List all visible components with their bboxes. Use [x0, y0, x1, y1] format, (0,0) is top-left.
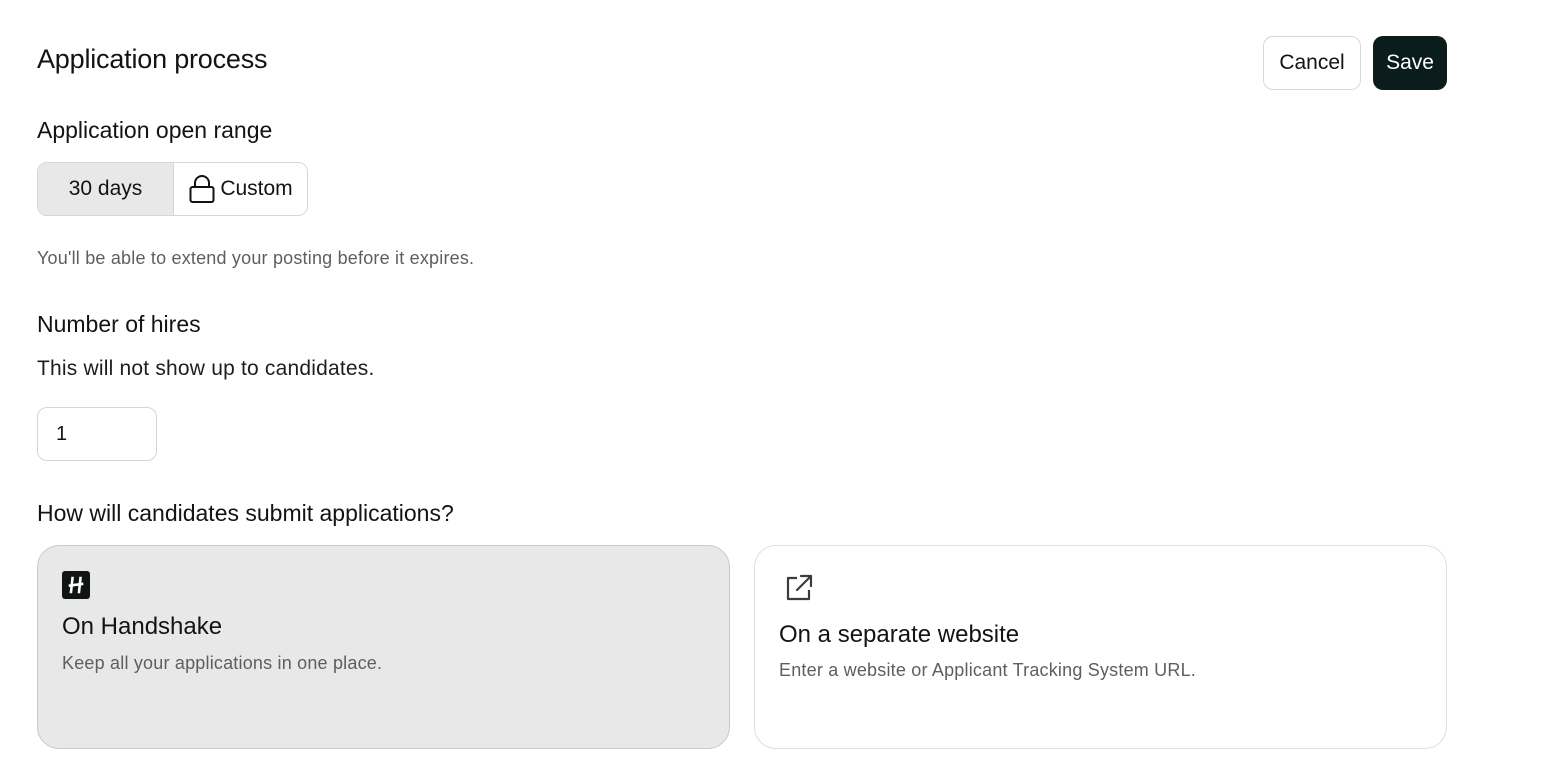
open-range-option-label: 30 days [68, 177, 143, 200]
submission-option-handshake[interactable]: On Handshake Keep all your applications … [37, 545, 730, 749]
open-range-option-custom[interactable]: Custom [174, 163, 307, 215]
open-range-title: Application open range [37, 117, 273, 143]
cancel-button[interactable]: Cancel [1263, 36, 1361, 90]
handshake-logo-icon [62, 571, 90, 599]
open-range-option-label: Custom [220, 177, 293, 200]
open-range-hint: You'll be able to extend your posting be… [37, 248, 475, 268]
submission-option-separate-website[interactable]: On a separate website Enter a website or… [754, 545, 1447, 749]
external-link-icon [783, 572, 815, 604]
application-process-page: Application process Cancel Save Applicat… [0, 0, 1542, 772]
save-button[interactable]: Save [1373, 36, 1447, 90]
hires-title: Number of hires [37, 311, 201, 337]
submission-option-title: On Handshake [62, 613, 223, 640]
submission-title: How will candidates submit applications? [37, 500, 454, 526]
page-title: Application process [37, 44, 268, 74]
hires-subtitle: This will not show up to candidates. [37, 357, 375, 380]
submission-option-description: Keep all your applications in one place. [62, 653, 383, 673]
hires-count-input[interactable] [37, 407, 157, 461]
open-range-option-30-days[interactable]: 30 days [38, 163, 174, 215]
submission-option-title: On a separate website [779, 621, 1020, 648]
open-range-segmented-control: 30 days Custom [37, 162, 308, 216]
submission-option-description: Enter a website or Applicant Tracking Sy… [779, 660, 1196, 680]
lock-icon [188, 174, 216, 204]
